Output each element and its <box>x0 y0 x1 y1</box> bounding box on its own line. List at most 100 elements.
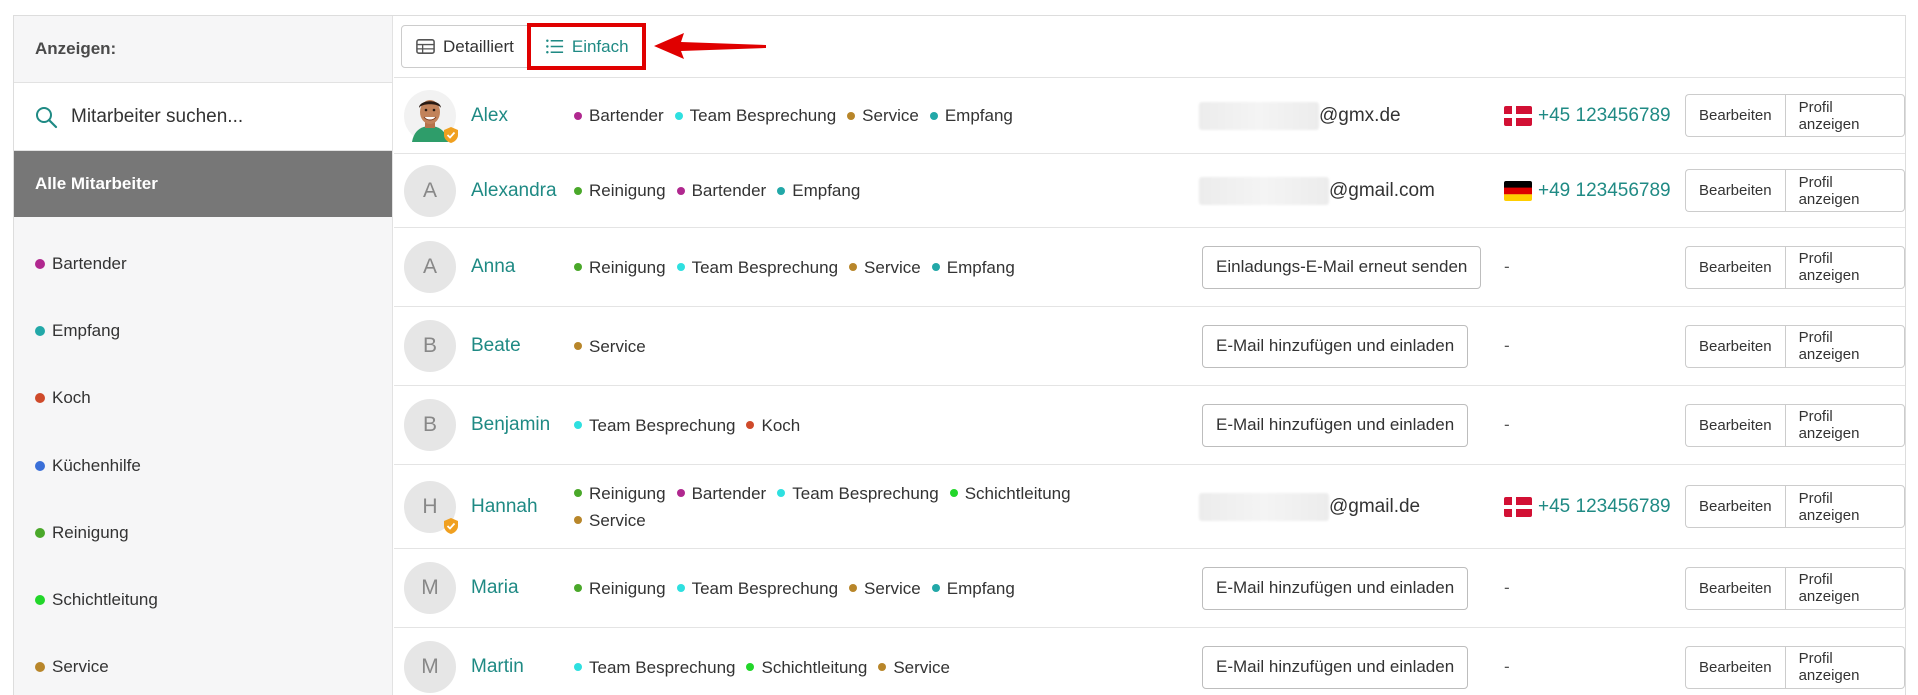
employee-name-link[interactable]: Maria <box>471 577 519 599</box>
tag-label: Service <box>589 510 646 530</box>
phone-placeholder: - <box>1504 336 1510 355</box>
employee-name-link[interactable]: Martin <box>471 656 524 678</box>
employee-phone[interactable]: +45 123456789 <box>1504 496 1671 518</box>
phone-placeholder: - <box>1504 657 1510 676</box>
edit-button[interactable]: Bearbeiten <box>1685 324 1785 368</box>
tag: Team Besprechung <box>674 102 837 129</box>
sidebar-item-label: Bartender <box>52 253 127 273</box>
sidebar: Anzeigen: Mitarbeiter suchen... Alle Mit… <box>14 16 393 695</box>
employee-row: H Hannah Reinigung Bartender Team Besprechun… <box>394 465 1905 549</box>
view-profile-button[interactable]: Profil anzeigen <box>1784 245 1905 289</box>
view-profile-button[interactable]: Profil anzeigen <box>1784 324 1905 368</box>
email-redacted <box>1199 492 1329 521</box>
employee-tags: Bartender Team Besprechung Service Empfang <box>574 102 1114 129</box>
employee-name-link[interactable]: Benjamin <box>471 414 550 436</box>
edit-button[interactable]: Bearbeiten <box>1685 485 1785 528</box>
tag-dot <box>777 489 786 497</box>
sidebar-item[interactable]: Service <box>14 634 392 695</box>
phone-number: +45 123456789 <box>1538 104 1671 126</box>
view-profile-button[interactable]: Profil anzeigen <box>1784 485 1905 528</box>
employee-tags: Reinigung Team Besprechung Service Empfang <box>574 575 1114 602</box>
view-profile-button[interactable]: Profil anzeigen <box>1784 403 1905 447</box>
sidebar-item-all-employees[interactable]: Alle Mitarbeiter <box>14 151 392 217</box>
employee-name-link[interactable]: Beate <box>471 335 521 357</box>
tag-dot <box>574 342 582 350</box>
sidebar-item[interactable]: Empfang <box>14 297 392 364</box>
tag-label: Empfang <box>946 257 1015 277</box>
row-actions: Bearbeiten Profil anzeigen <box>1685 403 1905 447</box>
tag-label: Team Besprechung <box>589 415 736 435</box>
tag-label: Reinigung <box>589 257 666 277</box>
avatar: H <box>404 480 458 534</box>
employee-tags: Reinigung Team Besprechung Service Empfang <box>574 254 1114 281</box>
employee-row: B Beate Service E-Mail hinzufügen und einla… <box>394 307 1905 386</box>
phone-placeholder: - <box>1504 415 1510 434</box>
employee-email: @gmail.de <box>1199 492 1420 521</box>
tag: Reinigung <box>574 575 666 602</box>
tag-label: Reinigung <box>589 483 666 503</box>
tag: Team Besprechung <box>777 480 939 507</box>
tag: Service <box>574 507 646 534</box>
email-domain: @gmx.de <box>1319 104 1401 126</box>
tag-dot <box>574 111 582 120</box>
view-detailed-label: Detailliert <box>443 36 514 56</box>
tag: Team Besprechung <box>574 412 735 439</box>
view-profile-button[interactable]: Profil anzeigen <box>1784 645 1905 689</box>
invite-button[interactable]: E-Mail hinzufügen und einladen <box>1202 403 1469 447</box>
employee-phone[interactable]: +49 123456789 <box>1504 180 1671 202</box>
avatar: M <box>404 562 456 614</box>
tag: Team Besprechung <box>676 254 838 281</box>
invite-button[interactable]: E-Mail hinzufügen und einladen <box>1202 324 1469 368</box>
employee-tags: Reinigung Bartender Empfang <box>574 177 1114 204</box>
tag-label: Reinigung <box>589 578 666 598</box>
tag-dot <box>849 263 858 271</box>
edit-button[interactable]: Bearbeiten <box>1685 645 1785 689</box>
invite-button[interactable]: E-Mail hinzufügen und einladen <box>1202 645 1469 689</box>
verified-badge-icon <box>442 517 460 535</box>
sidebar-item[interactable]: Küchenhilfe <box>14 432 392 499</box>
tag-dot <box>847 111 856 120</box>
category-dot <box>35 393 45 404</box>
edit-button[interactable]: Bearbeiten <box>1685 169 1785 212</box>
tag-label: Service <box>862 106 919 125</box>
edit-button[interactable]: Bearbeiten <box>1685 94 1785 137</box>
tag: Empfang <box>931 575 1015 602</box>
employee-name-link[interactable]: Alex <box>471 105 508 127</box>
employee-list: Alex Bartender Team Besprechung Service Empf… <box>394 78 1905 695</box>
view-profile-button[interactable]: Profil anzeigen <box>1784 566 1905 610</box>
employee-name-link[interactable]: Alexandra <box>471 180 557 202</box>
row-actions: Bearbeiten Profil anzeigen <box>1685 485 1905 528</box>
sidebar-item[interactable]: Schichtleitung <box>14 566 392 633</box>
avatar: B <box>404 399 456 451</box>
employee-row: M Maria Reinigung Team Besprechung Service Em… <box>394 549 1905 628</box>
invite-button[interactable]: Einladungs-E-Mail erneut senden <box>1202 245 1482 289</box>
tag: Schichtleitung <box>949 480 1071 507</box>
edit-button[interactable]: Bearbeiten <box>1685 403 1785 447</box>
search-input[interactable]: Mitarbeiter suchen... <box>14 83 392 151</box>
tag-label: Empfang <box>792 181 861 200</box>
view-detailed-button[interactable]: Detailliert <box>401 25 528 68</box>
row-actions: Bearbeiten Profil anzeigen <box>1685 94 1905 137</box>
phone-placeholder: - <box>1504 578 1510 597</box>
tag-dot <box>574 489 582 497</box>
avatar <box>404 89 458 143</box>
employee-name-link[interactable]: Anna <box>471 256 515 278</box>
view-profile-button[interactable]: Profil anzeigen <box>1784 94 1905 137</box>
edit-button[interactable]: Bearbeiten <box>1685 566 1785 610</box>
sidebar-item[interactable]: Reinigung <box>14 499 392 566</box>
sidebar-item[interactable]: Koch <box>14 365 392 432</box>
view-simple-label: Einfach <box>571 36 629 56</box>
employee-tags: Team Besprechung Koch <box>574 412 1114 439</box>
sidebar-item[interactable]: Bartender <box>14 230 392 297</box>
employee-name-link[interactable]: Hannah <box>471 496 538 518</box>
tag-label: Team Besprechung <box>689 106 837 125</box>
view-simple-button[interactable]: Einfach <box>526 23 646 70</box>
tag: Service <box>574 333 646 360</box>
tag-dot <box>674 111 683 120</box>
edit-button[interactable]: Bearbeiten <box>1685 245 1785 289</box>
tag-dot <box>676 489 685 497</box>
view-profile-button[interactable]: Profil anzeigen <box>1784 169 1905 212</box>
employee-phone[interactable]: +45 123456789 <box>1504 105 1671 127</box>
invite-button[interactable]: E-Mail hinzufügen und einladen <box>1202 566 1469 610</box>
avatar: B <box>404 320 456 372</box>
